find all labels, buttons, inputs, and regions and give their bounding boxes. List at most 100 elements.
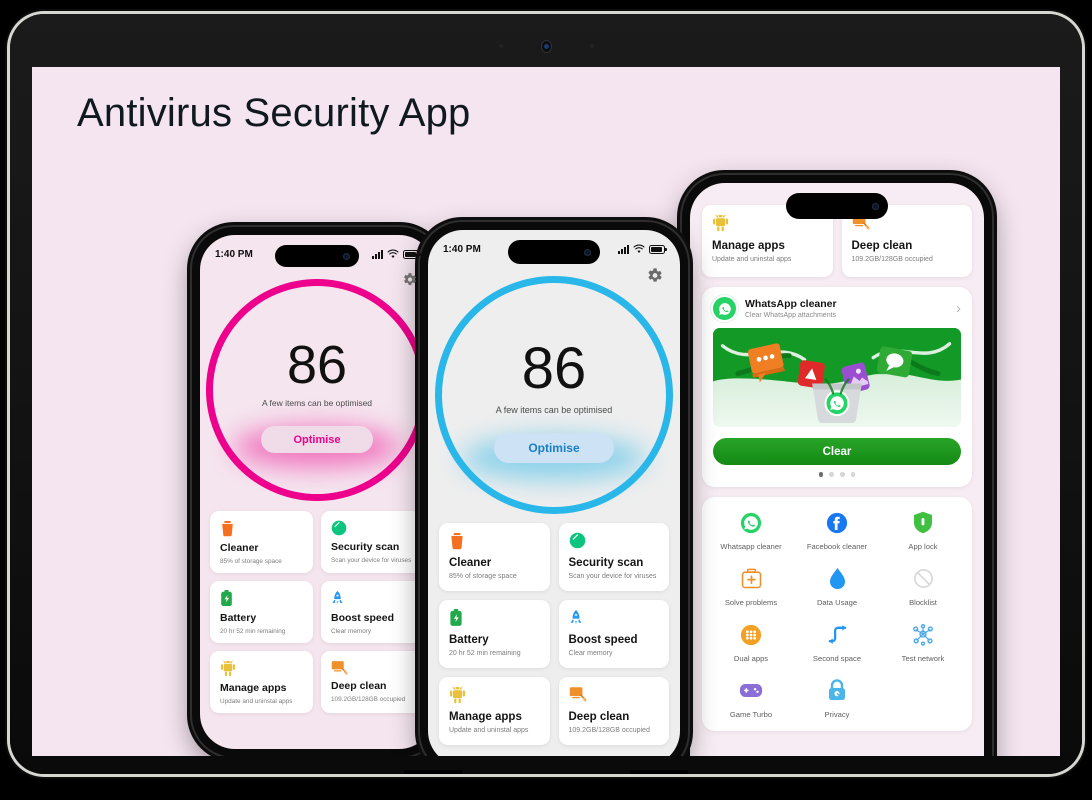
deep-clean-icon bbox=[331, 660, 415, 675]
card-subtitle: 109.2GB/128GB occupied bbox=[851, 255, 933, 263]
network-nodes-icon bbox=[911, 623, 935, 647]
card-boost-speed[interactable]: Boost speed Clear memory bbox=[321, 581, 424, 643]
whatsapp-cleaner-header[interactable]: WhatsApp cleaner Clear WhatsApp attachme… bbox=[702, 287, 972, 328]
tool-label: Solve problems bbox=[724, 597, 778, 607]
tablet-front-camera-icon bbox=[540, 39, 552, 53]
card-deep-clean[interactable]: Deep clean 109.2GB/128GB occupied bbox=[321, 651, 424, 713]
clear-button[interactable]: Clear bbox=[713, 438, 961, 465]
front-camera-icon bbox=[343, 252, 350, 260]
phone-center-dynamic-island bbox=[508, 240, 600, 264]
card-manage-apps[interactable]: Manage apps Update and uninstal apps bbox=[439, 677, 550, 745]
tool-blocklist[interactable]: Blocklist bbox=[880, 567, 966, 607]
whatsapp-icon bbox=[740, 511, 762, 535]
status-time: 1:40 PM bbox=[443, 243, 481, 255]
card-deep-clean[interactable]: Deep clean 109.2GB/128GB occupied bbox=[558, 677, 669, 745]
card-cleaner[interactable]: Cleaner 85% of storage space bbox=[439, 523, 550, 591]
battery-icon bbox=[649, 244, 667, 254]
card-subtitle: Clear memory bbox=[568, 649, 613, 657]
optimise-button[interactable]: Optimise bbox=[494, 433, 614, 463]
card-battery[interactable]: Battery 20 hr 52 min remaining bbox=[439, 600, 550, 668]
tool-label: Privacy bbox=[824, 709, 850, 719]
whatsapp-cleaner-panel: WhatsApp cleaner Clear WhatsApp attachme… bbox=[702, 287, 972, 487]
shield-lock-icon bbox=[913, 511, 933, 535]
tool-dual-apps[interactable]: Dual apps bbox=[708, 623, 794, 663]
score-subtitle: A few items can be optimised bbox=[261, 398, 373, 408]
card-boost-speed[interactable]: Boost speed Clear memory bbox=[558, 600, 669, 668]
page-title: Antivirus Security App bbox=[77, 91, 471, 135]
rocket-icon bbox=[569, 609, 661, 628]
card-manage-apps[interactable]: Manage apps Update and uninstal apps bbox=[210, 651, 313, 713]
carousel-dot-3[interactable] bbox=[840, 472, 845, 477]
tool-facebook-cleaner[interactable]: Facebook cleaner bbox=[794, 511, 880, 551]
tool-label: Blocklist bbox=[909, 597, 937, 607]
shield-scan-icon bbox=[331, 520, 415, 536]
card-title: Deep clean bbox=[331, 680, 387, 693]
rocket-icon bbox=[331, 590, 415, 607]
gear-icon[interactable] bbox=[645, 266, 664, 285]
tool-solve-problems[interactable]: Solve problems bbox=[708, 567, 794, 607]
tablet-camera-array bbox=[10, 39, 1082, 53]
card-title: Cleaner bbox=[449, 557, 492, 569]
carousel-dots[interactable] bbox=[702, 472, 972, 487]
battery-bolt-icon bbox=[220, 590, 304, 607]
card-battery[interactable]: Battery 20 hr 52 min remaining bbox=[210, 581, 313, 643]
tablet-sensor-dot-left bbox=[498, 44, 503, 48]
phone-left-feature-grid: Cleaner 85% of storage space Security sc… bbox=[210, 511, 424, 713]
card-title: Deep clean bbox=[851, 240, 913, 252]
tool-privacy[interactable]: Privacy bbox=[794, 679, 880, 719]
gamepad-icon bbox=[739, 679, 763, 703]
card-title: Boost speed bbox=[568, 634, 638, 646]
tool-whatsapp-cleaner[interactable]: Whatsapp cleaner bbox=[708, 511, 794, 551]
phone-center-screen: 1:40 PM 86 A few items can be optimised … bbox=[428, 230, 680, 756]
card-title: Security scan bbox=[331, 541, 400, 553]
optimise-button[interactable]: Optimise bbox=[261, 426, 373, 453]
card-subtitle: Update and uninstal apps bbox=[220, 697, 293, 705]
card-subtitle: Clear memory bbox=[331, 627, 372, 635]
gear-icon[interactable] bbox=[401, 271, 418, 288]
second-space-arrow-icon bbox=[826, 623, 849, 647]
tool-label: App lock bbox=[908, 541, 938, 551]
whatsapp-icon bbox=[713, 297, 736, 320]
tool-label: Data Usage bbox=[816, 597, 858, 607]
tablet-nub-right bbox=[630, 770, 688, 774]
card-subtitle: 109.2GB/128GB occupied bbox=[568, 726, 650, 734]
deep-clean-icon bbox=[569, 686, 661, 705]
phone-center-score-ring: 86 A few items can be optimised Optimise bbox=[435, 276, 673, 514]
card-title: Battery bbox=[220, 612, 257, 624]
chevron-right-icon[interactable]: › bbox=[956, 301, 961, 316]
carousel-dot-4[interactable] bbox=[850, 472, 856, 477]
card-title: Battery bbox=[449, 634, 489, 646]
tablet-nub-left bbox=[404, 770, 462, 774]
tool-app-lock[interactable]: App lock bbox=[880, 511, 966, 551]
carousel-dot-2[interactable] bbox=[829, 472, 834, 477]
trash-icon bbox=[220, 520, 304, 537]
phone-center-feature-grid: Cleaner 85% of storage space Security sc… bbox=[439, 523, 669, 745]
tablet-bottom-nubs bbox=[10, 770, 1082, 774]
score-subtitle: A few items can be optimised bbox=[495, 405, 613, 415]
tablet-screen: Antivirus Security App 1:40 PM 86 A few … bbox=[32, 67, 1060, 756]
phone-left-screen: 1:40 PM 86 A few items can be optimised … bbox=[200, 235, 434, 749]
card-subtitle: Scan your device for viruses bbox=[331, 556, 412, 564]
carousel-dot-1[interactable] bbox=[818, 472, 824, 477]
card-subtitle: Update and uninstal apps bbox=[712, 255, 792, 263]
tool-label: Facebook cleaner bbox=[806, 541, 868, 551]
tool-game-turbo[interactable]: Game Turbo bbox=[708, 679, 794, 719]
phone-center-device: 1:40 PM 86 A few items can be optimised … bbox=[420, 222, 688, 756]
phone-left-dynamic-island bbox=[275, 245, 359, 267]
front-camera-icon bbox=[584, 248, 591, 256]
card-cleaner[interactable]: Cleaner 85% of storage space bbox=[210, 511, 313, 573]
card-subtitle: 109.2GB/128GB occupied bbox=[331, 695, 406, 703]
card-security-scan[interactable]: Security scan Scan your device for virus… bbox=[321, 511, 424, 573]
tool-data-usage[interactable]: Data Usage bbox=[794, 567, 880, 607]
card-subtitle: 20 hr 52 min remaining bbox=[220, 627, 286, 635]
status-time: 1:40 PM bbox=[215, 248, 253, 260]
tool-label: Whatsapp cleaner bbox=[720, 541, 782, 551]
tool-second-space[interactable]: Second space bbox=[794, 623, 880, 663]
screenshot-stage: Antivirus Security App 1:40 PM 86 A few … bbox=[0, 0, 1092, 800]
tool-test-network[interactable]: Test network bbox=[880, 623, 966, 663]
card-title: Manage apps bbox=[712, 240, 785, 252]
card-subtitle: 85% of storage space bbox=[449, 572, 517, 580]
card-security-scan[interactable]: Security scan Scan your device for virus… bbox=[558, 523, 669, 591]
card-subtitle: Scan your device for viruses bbox=[568, 572, 657, 580]
battery-icon bbox=[403, 249, 421, 259]
